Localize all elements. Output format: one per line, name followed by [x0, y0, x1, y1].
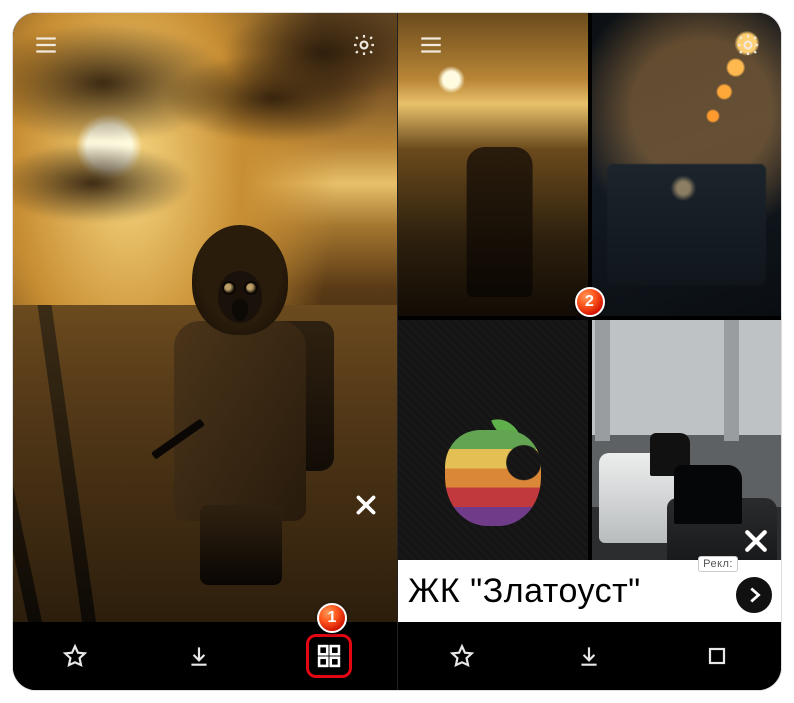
download-icon	[576, 643, 602, 669]
menu-button[interactable]	[414, 28, 448, 62]
callout-2: 2	[575, 287, 605, 317]
stop-icon	[705, 644, 729, 668]
download-icon	[186, 643, 212, 669]
top-bar	[13, 23, 397, 67]
bottom-bar: 1	[13, 622, 397, 690]
close-icon	[741, 526, 771, 556]
single-view-button[interactable]	[700, 639, 734, 673]
close-icon	[353, 492, 379, 518]
star-icon	[449, 643, 475, 669]
grid-view-button[interactable]: 1	[306, 634, 352, 678]
wallpaper-grid: 2	[398, 13, 781, 622]
ad-text: ЖК "Златоуст"	[408, 572, 641, 611]
wallpaper-image	[13, 13, 397, 622]
bottom-bar	[398, 622, 781, 690]
ad-label: Рекл:	[699, 557, 737, 571]
settings-button[interactable]	[731, 28, 765, 62]
chevron-right-icon	[743, 584, 765, 606]
gear-icon	[735, 32, 761, 58]
ad-close-button[interactable]	[741, 526, 771, 556]
pane-single-wallpaper: 1	[13, 13, 397, 690]
favorite-button[interactable]	[445, 639, 479, 673]
grid-icon	[315, 642, 343, 670]
callout-1: 1	[317, 603, 347, 633]
star-icon	[62, 643, 88, 669]
menu-icon	[33, 32, 59, 58]
pane-grid-wallpapers: 2 ЖК "Златоуст" Рекл:	[397, 13, 781, 690]
figure-stalker	[156, 225, 326, 585]
ad-banner[interactable]: ЖК "Златоуст" Рекл:	[398, 560, 781, 622]
menu-icon	[418, 32, 444, 58]
download-button[interactable]	[572, 639, 606, 673]
apple-logo	[445, 416, 541, 526]
ad-open-button[interactable]	[733, 574, 775, 616]
gear-icon	[351, 32, 377, 58]
settings-button[interactable]	[347, 28, 381, 62]
menu-button[interactable]	[29, 28, 63, 62]
dismiss-button[interactable]	[349, 488, 383, 522]
wallpaper-preview[interactable]	[13, 13, 397, 622]
top-bar	[398, 23, 781, 67]
download-button[interactable]	[182, 639, 216, 673]
app-comparison-frame: 1 2	[12, 12, 782, 691]
favorite-button[interactable]	[58, 639, 92, 673]
